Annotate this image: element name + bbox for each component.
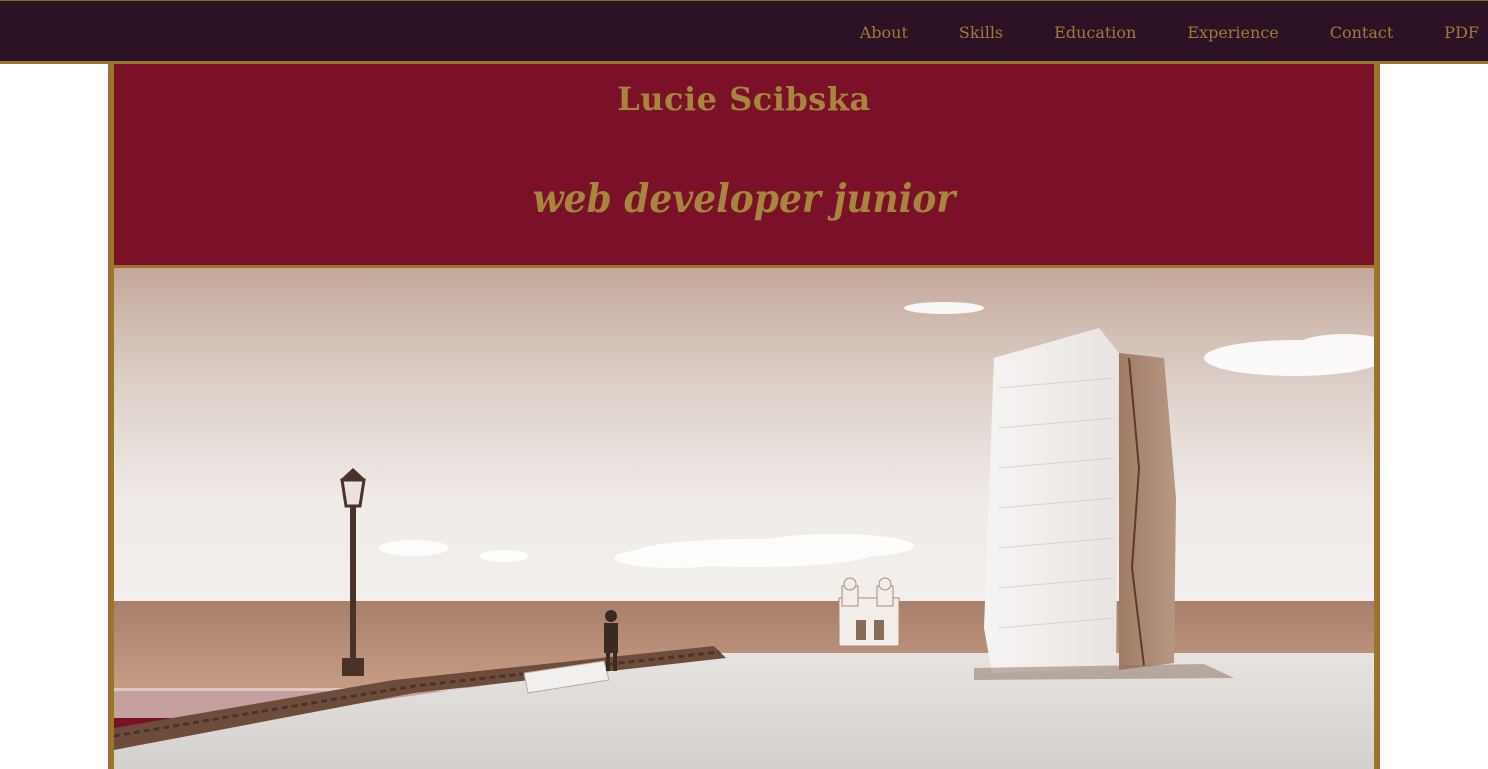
hero-image <box>114 268 1374 769</box>
nav-link-education[interactable]: Education <box>1054 23 1136 44</box>
nav-link-skills[interactable]: Skills <box>959 23 1003 44</box>
page-subtitle: web developer junior <box>532 175 956 223</box>
page-title: Lucie Scibska <box>617 80 871 118</box>
nav-menu: About Skills Education Experience Contac… <box>809 1 1488 65</box>
page-header: Lucie Scibska web developer junior <box>114 64 1374 268</box>
top-navbar: About Skills Education Experience Contac… <box>0 0 1488 64</box>
nav-link-experience[interactable]: Experience <box>1187 23 1278 44</box>
nav-link-pdf[interactable]: PDF <box>1444 23 1479 44</box>
nav-link-about[interactable]: About <box>860 23 908 44</box>
page-frame: Lucie Scibska web developer junior <box>108 64 1380 769</box>
hero-photo <box>114 268 1374 769</box>
nav-link-contact[interactable]: Contact <box>1330 23 1394 44</box>
